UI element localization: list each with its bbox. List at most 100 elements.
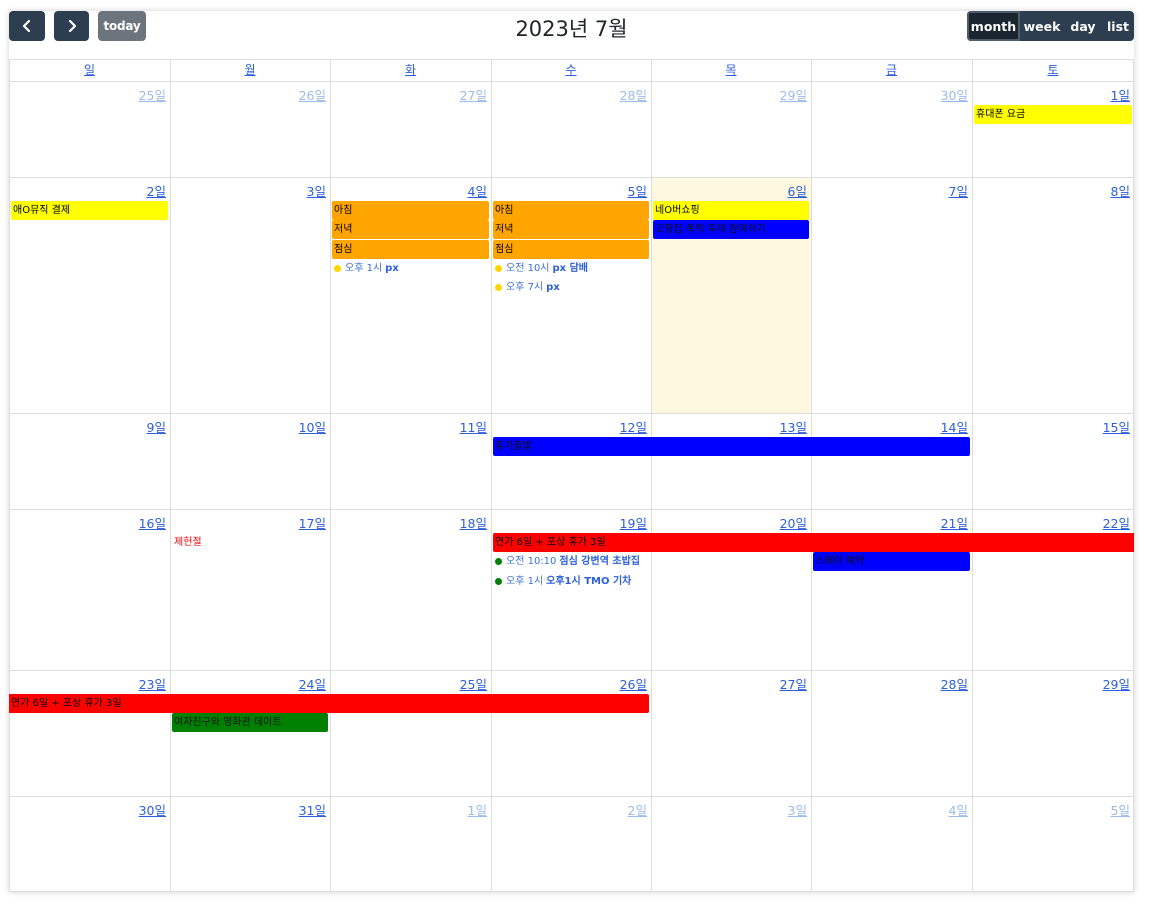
day-number[interactable]: 2일 xyxy=(491,800,647,819)
day-number[interactable]: 15일 xyxy=(972,417,1130,436)
calendar: today 2023년 7월 month week day list 일월화수목… xyxy=(9,11,1134,892)
day-number[interactable]: 27일 xyxy=(330,85,487,104)
calendar-event[interactable]: 네O버쇼핑 xyxy=(653,201,809,220)
day-number[interactable]: 24일 xyxy=(170,674,326,693)
calendar-event[interactable]: 연가 6일 + 포상 휴가 3일 xyxy=(9,694,649,713)
event-dot-icon xyxy=(495,558,502,566)
calendar-event-timed[interactable]: 오전 10시 px 담배 xyxy=(495,259,588,278)
calendar-event[interactable]: 휴대폰 요금 xyxy=(974,105,1132,124)
grid-line xyxy=(9,177,1134,178)
day-number[interactable]: 30일 xyxy=(811,85,968,104)
day-number[interactable]: 25일 xyxy=(9,85,166,104)
day-number[interactable]: 25일 xyxy=(330,674,487,693)
event-time: 오후 1시 xyxy=(345,262,383,274)
month-grid: 일 월 화 수 목 금 토 25일 26일 27일 28일 29일 30일 1일 2일 3일 4일 5일 6일 7일 8… xyxy=(9,59,1134,892)
calendar-event-timed[interactable]: 오후 7시 px xyxy=(495,278,560,297)
day-number[interactable]: 31일 xyxy=(170,800,326,819)
event-time: 오후 7시 xyxy=(506,282,544,294)
day-number[interactable]: 7일 xyxy=(811,181,968,200)
day-number[interactable]: 28일 xyxy=(491,85,647,104)
weekday-header[interactable]: 수 xyxy=(491,59,651,81)
day-number[interactable]: 22일 xyxy=(972,513,1130,532)
event-dot-icon xyxy=(495,577,502,585)
weekday-header[interactable]: 화 xyxy=(330,59,491,81)
event-dot-icon xyxy=(495,264,502,272)
calendar-event[interactable]: 애O뮤직 결제 xyxy=(11,201,168,220)
view-switcher: month week day list xyxy=(967,11,1134,41)
day-number[interactable]: 29일 xyxy=(651,85,807,104)
weekday-header[interactable]: 일 xyxy=(9,59,170,81)
day-number[interactable]: 2일 xyxy=(9,181,166,200)
day-number[interactable]: 1일 xyxy=(972,85,1130,104)
day-number[interactable]: 26일 xyxy=(170,85,326,104)
weekday-header[interactable]: 월 xyxy=(170,59,330,81)
day-number[interactable]: 21일 xyxy=(811,513,968,532)
day-number[interactable]: 30일 xyxy=(9,800,166,819)
weekday-header[interactable]: 목 xyxy=(651,59,811,81)
grid-line xyxy=(9,509,1134,510)
day-number[interactable]: 5일 xyxy=(491,181,647,200)
event-title: 점심 강변역 초밥집 xyxy=(559,556,640,568)
grid-line xyxy=(9,670,1134,671)
calendar-event[interactable]: 스페이 예약 xyxy=(813,552,970,572)
day-number[interactable]: 9일 xyxy=(9,417,166,436)
view-list-button[interactable]: list xyxy=(1102,11,1134,41)
day-number[interactable]: 18일 xyxy=(330,513,487,532)
view-day-button[interactable]: day xyxy=(1064,11,1102,41)
day-number[interactable]: 4일 xyxy=(811,800,968,819)
calendar-toolbar: today 2023년 7월 month week day list xyxy=(9,11,1134,51)
day-number[interactable]: 28일 xyxy=(811,674,968,693)
day-number[interactable]: 11일 xyxy=(330,417,487,436)
day-number[interactable]: 26일 xyxy=(491,674,647,693)
calendar-event[interactable]: 아침 xyxy=(332,201,489,220)
calendar-event[interactable]: 고향집 폭력 축제 참여하기 xyxy=(653,220,809,240)
weekday-header[interactable]: 토 xyxy=(972,59,1134,81)
holiday-label[interactable]: 제헌절 xyxy=(174,533,202,552)
day-number[interactable]: 14일 xyxy=(811,417,968,436)
grid-line xyxy=(1133,59,1134,892)
calendar-event[interactable]: 저녁 xyxy=(332,220,489,240)
grid-line xyxy=(9,891,1134,892)
event-dot-icon xyxy=(495,284,502,292)
event-time: 오후 1시 xyxy=(506,575,544,587)
view-week-button[interactable]: week xyxy=(1020,11,1064,41)
calendar-event-timed[interactable]: 오후 1시 px xyxy=(334,259,399,278)
day-number[interactable]: 16일 xyxy=(9,513,166,532)
grid-line xyxy=(9,81,1134,82)
day-number[interactable]: 6일 xyxy=(651,181,807,200)
calendar-event-timed[interactable]: 오전 10:10 점심 강변역 초밥집 xyxy=(495,552,640,571)
day-number[interactable]: 4일 xyxy=(330,181,487,200)
calendar-event[interactable]: 아침 xyxy=(493,201,649,220)
calendar-title: 2023년 7월 xyxy=(515,17,628,41)
calendar-event-timed[interactable]: 오후 1시 오후1시 TMO 기차 xyxy=(495,572,631,591)
calendar-event[interactable]: 휴가출발 xyxy=(493,437,970,456)
day-number[interactable]: 19일 xyxy=(491,513,647,532)
weekday-header[interactable]: 금 xyxy=(811,59,972,81)
day-number[interactable]: 13일 xyxy=(651,417,807,436)
event-dot-icon xyxy=(334,264,341,272)
calendar-event[interactable]: 점심 xyxy=(332,239,489,259)
calendar-event[interactable]: 여자친구와 영화관 데이트 xyxy=(172,713,328,733)
view-month-button[interactable]: month xyxy=(967,11,1020,41)
day-number[interactable]: 5일 xyxy=(972,800,1130,819)
day-number[interactable]: 17일 xyxy=(170,513,326,532)
calendar-event[interactable]: 연가 6일 + 포상 휴가 3일 xyxy=(493,533,1134,552)
event-title: px 담배 xyxy=(552,262,589,274)
day-number[interactable]: 3일 xyxy=(170,181,326,200)
event-title: px xyxy=(546,282,560,294)
day-number[interactable]: 8일 xyxy=(972,181,1130,200)
day-number[interactable]: 12일 xyxy=(491,417,647,436)
day-number[interactable]: 3일 xyxy=(651,800,807,819)
grid-line xyxy=(9,413,1134,414)
grid-line xyxy=(9,796,1134,797)
day-number[interactable]: 20일 xyxy=(651,513,807,532)
calendar-event[interactable]: 저녁 xyxy=(493,220,649,240)
day-number[interactable]: 23일 xyxy=(9,674,166,693)
event-time: 오전 10:10 xyxy=(506,556,557,568)
calendar-event[interactable]: 점심 xyxy=(493,239,649,259)
day-number[interactable]: 10일 xyxy=(170,417,326,436)
day-number[interactable]: 27일 xyxy=(651,674,807,693)
day-number[interactable]: 29일 xyxy=(972,674,1130,693)
event-title: 오후1시 TMO 기차 xyxy=(546,575,632,587)
day-number[interactable]: 1일 xyxy=(330,800,487,819)
